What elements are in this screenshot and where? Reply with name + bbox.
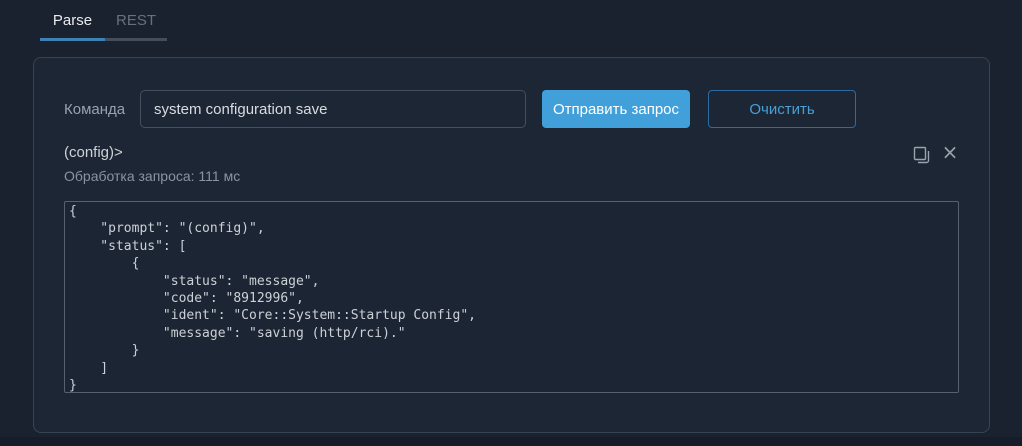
tab-rest[interactable]: REST [105, 12, 167, 41]
tab-bar: Parse REST [40, 12, 167, 41]
result-prompt: (config)> [64, 144, 123, 161]
processing-time-label: Обработка запроса: 111 мс [64, 168, 240, 184]
send-request-button[interactable]: Отправить запрос [542, 90, 690, 128]
tab-parse[interactable]: Parse [40, 12, 105, 41]
tab-rest-label: REST [116, 12, 156, 29]
copy-icon[interactable] [913, 146, 931, 164]
close-icon[interactable]: × [940, 140, 960, 164]
command-label: Команда [64, 101, 125, 118]
tab-parse-label: Parse [53, 12, 92, 29]
parse-panel: Команда Отправить запрос Очистить (confi… [33, 57, 990, 433]
clear-button[interactable]: Очистить [708, 90, 856, 128]
response-json-output[interactable]: { "prompt": "(config)", "status": [ { "s… [64, 201, 959, 393]
bottom-strip [0, 437, 1022, 446]
command-input[interactable] [140, 90, 526, 128]
